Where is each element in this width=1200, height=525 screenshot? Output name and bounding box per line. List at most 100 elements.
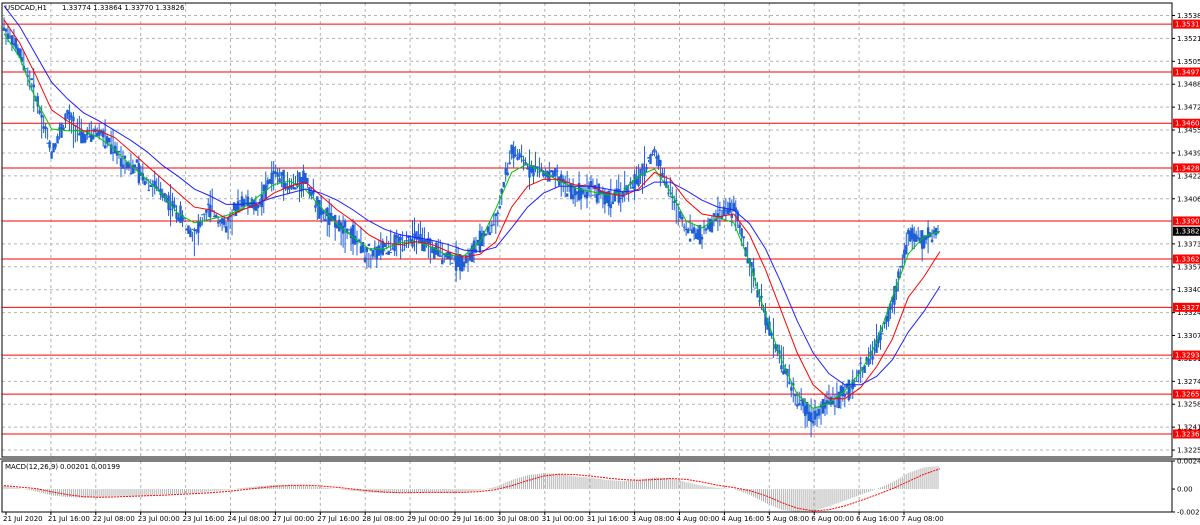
y-tick-label: 1.32250 xyxy=(1177,447,1200,455)
candle-body xyxy=(688,238,692,242)
y-tick-label: 1.33570 xyxy=(1177,263,1200,271)
candle-body xyxy=(48,141,51,148)
candle-body xyxy=(682,226,686,228)
y-tick-label: 1.34555 xyxy=(1177,127,1200,135)
candle-body xyxy=(343,220,347,228)
candle-body xyxy=(270,172,273,185)
macd-label: MACD(12,26,9) xyxy=(5,463,58,471)
candle-body xyxy=(754,287,757,289)
candle-body xyxy=(645,167,648,170)
candle-body xyxy=(548,171,551,182)
candle-body xyxy=(520,155,523,158)
macd-tick-label: 0.00 xyxy=(1177,486,1193,494)
candle-body xyxy=(294,187,297,190)
level-label: 1.34604 xyxy=(1175,120,1200,128)
candle-body xyxy=(492,224,496,226)
candle-body xyxy=(811,420,815,424)
candle-body xyxy=(147,189,150,192)
candle-body xyxy=(591,194,595,196)
level-label: 1.33626 xyxy=(1175,256,1200,264)
x-tick-label: 31 Jul 00:00 xyxy=(542,515,584,523)
candle-body xyxy=(353,235,357,245)
candle-body xyxy=(692,227,696,234)
candle-body xyxy=(314,205,317,208)
candle-body xyxy=(169,208,172,211)
candle-body xyxy=(843,394,847,397)
y-tick-label: 1.35050 xyxy=(1177,58,1200,66)
x-tick-label: 27 Jul 16:00 xyxy=(317,515,359,523)
x-tick-label: 30 Jul 08:00 xyxy=(497,515,539,523)
candle-body xyxy=(853,385,856,387)
x-tick-label: 4 Aug 00:00 xyxy=(677,515,720,523)
candle-body xyxy=(565,193,569,197)
x-tick-label: 6 Aug 16:00 xyxy=(856,515,899,523)
y-tick-label: 1.32580 xyxy=(1177,401,1200,409)
x-tick-label: 6 Aug 00:00 xyxy=(811,515,854,523)
x-tick-label: 29 Jul 16:00 xyxy=(452,515,494,523)
candle-body xyxy=(207,203,210,206)
ohlc-values: 1.33774 1.33864 1.33770 1.33826 xyxy=(62,4,185,12)
x-tick-label: 31 Jul 16:00 xyxy=(587,515,629,523)
candle-body xyxy=(855,380,858,382)
y-tick-label: 1.34060 xyxy=(1177,195,1200,203)
candle-body xyxy=(30,78,33,81)
candle-body xyxy=(278,178,281,183)
candle-body xyxy=(611,201,614,205)
y-tick-label: 1.34720 xyxy=(1177,104,1200,112)
chart-window[interactable]: 1.35380 1.35215 1.35050 1.34885 1.34720 1.345… xyxy=(0,0,1200,525)
candle-body xyxy=(538,171,541,173)
y-tick-label: 1.34225 xyxy=(1177,172,1200,180)
macd-tick-label: -0.00200 xyxy=(1177,509,1200,517)
candle-body xyxy=(512,146,515,159)
candle-body xyxy=(222,218,226,225)
x-tick-label: 27 Jul 00:00 xyxy=(272,515,314,523)
candle-body xyxy=(173,204,176,208)
candle-body xyxy=(441,260,444,265)
candle-body xyxy=(794,394,797,397)
candle-body xyxy=(84,134,87,143)
candle-body xyxy=(506,172,509,175)
candle-body xyxy=(718,209,722,211)
candle-body xyxy=(54,143,57,148)
candle-body xyxy=(667,192,670,194)
candle-body xyxy=(205,209,208,213)
level-label: 1.32653 xyxy=(1175,391,1200,399)
candle-body xyxy=(439,255,442,257)
candle-body xyxy=(256,204,260,209)
y-tick-label: 1.35215 xyxy=(1177,35,1200,43)
candle-body xyxy=(14,37,18,49)
y-tick-label: 1.34885 xyxy=(1177,81,1200,89)
candle-body xyxy=(135,159,139,163)
candle-body xyxy=(72,116,75,122)
candle-body xyxy=(214,215,218,218)
candle-body xyxy=(183,218,186,220)
candle-body xyxy=(589,180,593,187)
candle-body xyxy=(641,163,644,170)
level-label: 1.33900 xyxy=(1175,217,1200,225)
level-label: 1.33278 xyxy=(1175,304,1200,312)
x-tick-label: 24 Jul 08:00 xyxy=(228,515,270,523)
candle-body xyxy=(881,333,884,335)
y-tick-label: 1.34390 xyxy=(1177,149,1200,157)
candle-body xyxy=(817,408,821,416)
x-tick-label: 21 Jul 16:00 xyxy=(48,515,90,523)
candle-body xyxy=(484,233,488,236)
candle-body xyxy=(405,240,408,242)
candle-body xyxy=(653,149,656,153)
candle-body xyxy=(62,127,65,131)
candle-body xyxy=(798,403,801,406)
candle-body xyxy=(399,236,402,241)
candle-body xyxy=(389,251,392,253)
x-tick-label: 7 Aug 08:00 xyxy=(901,515,944,523)
candle-body xyxy=(466,260,470,262)
candle-body xyxy=(508,162,511,165)
candle-body xyxy=(905,245,908,255)
y-tick-label: 1.32745 xyxy=(1177,378,1200,386)
candle-body xyxy=(32,84,35,88)
candle-body xyxy=(203,213,206,215)
x-tick-label: 22 Jul 08:00 xyxy=(93,515,135,523)
candle-body xyxy=(363,257,367,263)
candle-body xyxy=(450,262,454,264)
candle-body xyxy=(686,228,690,234)
candle-body xyxy=(103,145,107,149)
